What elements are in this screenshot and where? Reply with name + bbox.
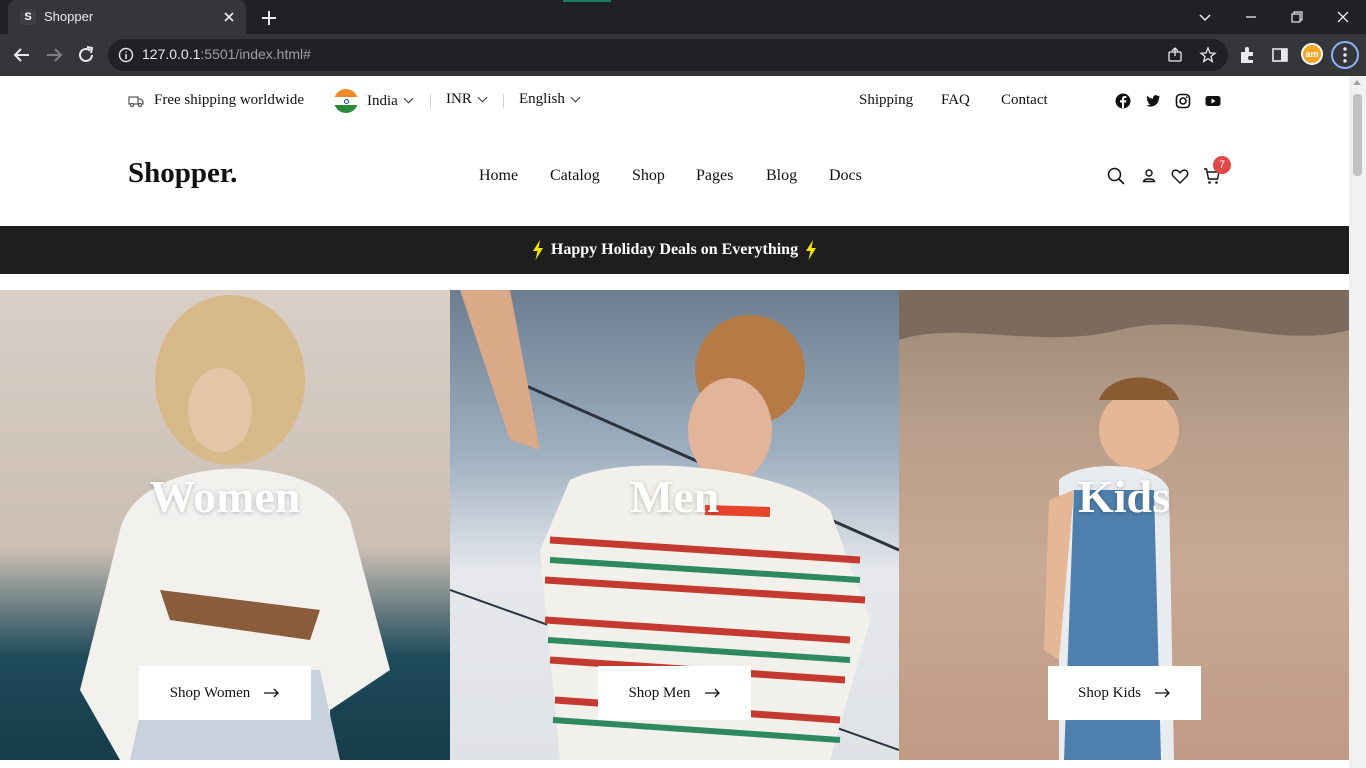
close-icon[interactable] [220,8,238,26]
forward-icon[interactable] [42,43,66,67]
user-icon[interactable] [1139,166,1159,186]
arrow-right-icon [704,688,720,698]
youtube-icon[interactable] [1205,93,1221,109]
chevron-down-icon [570,92,581,102]
url-path: :5501/index.html# [200,46,311,62]
reload-icon[interactable] [74,43,98,67]
nav-pages[interactable]: Pages [696,167,733,185]
nav-shop[interactable]: Shop [632,167,665,185]
heart-icon[interactable] [1170,166,1190,186]
language-label: English [519,91,565,107]
tabstrip-accent [563,0,611,2]
india-flag-icon [334,89,358,113]
shop-kids-button[interactable]: Shop Kids [1048,666,1201,720]
more-vert-icon [1343,47,1347,63]
country-selector[interactable]: India [334,89,414,113]
tab-favicon: S [20,9,36,25]
minimize-icon[interactable] [1240,6,1262,28]
browser-tab[interactable]: S Shopper [8,0,246,34]
chevron-down-icon [403,93,414,104]
free-shipping-note: Free shipping worldwide [128,92,304,109]
profile-avatar[interactable]: am [1301,43,1323,65]
arrow-right-icon [264,688,280,698]
scrollbar-thumb[interactable] [1353,94,1362,176]
category-men[interactable]: Men Shop Men [450,290,899,760]
country-label: India [367,92,398,109]
lightning-icon [806,240,817,260]
tab-search-icon[interactable] [1194,6,1216,28]
back-icon[interactable] [10,43,34,67]
currency-label: INR [446,91,472,107]
language-selector[interactable]: English [519,91,581,108]
site-logo[interactable]: Shopper. [128,157,237,190]
top-link-faq[interactable]: FAQ [941,92,970,109]
currency-selector[interactable]: INR [446,91,488,108]
promo-text: Happy Holiday Deals on Everything [550,241,799,258]
site-info-icon[interactable] [118,47,134,63]
promo-banner[interactable]: Happy Holiday Deals on Everything [0,226,1349,274]
category-kids[interactable]: Kids Shop Kids [899,290,1349,760]
url-host: 127.0.0.1 [142,46,201,62]
category-women[interactable]: Women Shop Women [0,290,450,760]
top-info-bar: Free shipping worldwide India INR Englis… [0,76,1349,126]
lightning-icon [532,240,543,260]
category-title-kids: Kids [1077,471,1171,522]
nav-catalog[interactable]: Catalog [550,167,600,185]
page-bottom-edge [0,762,1349,768]
window-close-icon[interactable] [1332,6,1354,28]
browser-tabbar: S Shopper [0,0,1366,34]
page-scrollbar[interactable] [1349,76,1366,768]
search-icon[interactable] [1106,166,1126,186]
facebook-icon[interactable] [1115,93,1131,109]
extensions-icon[interactable] [1237,44,1259,66]
truck-icon [128,95,144,107]
category-title-women: Women [149,471,301,522]
share-icon[interactable] [1166,46,1184,64]
scroll-up-icon[interactable] [1353,80,1361,85]
page-viewport: Free shipping worldwide India INR Englis… [0,76,1349,768]
free-shipping-text: Free shipping worldwide [154,92,304,108]
url-text[interactable]: 127.0.0.1:5501/index.html# [142,46,311,62]
category-title-men: Men [629,471,720,522]
shop-men-button[interactable]: Shop Men [598,666,751,720]
twitter-icon[interactable] [1145,93,1161,109]
shop-kids-label: Shop Kids [1078,684,1141,701]
chevron-down-icon [477,92,488,102]
top-link-contact[interactable]: Contact [1001,92,1048,109]
divider [503,94,504,108]
shop-men-label: Shop Men [628,684,691,701]
arrow-right-icon [1154,688,1170,698]
new-tab-icon[interactable] [258,7,280,29]
restore-icon[interactable] [1286,6,1308,28]
side-panel-icon[interactable] [1269,44,1291,66]
nav-blog[interactable]: Blog [766,167,797,185]
nav-docs[interactable]: Docs [829,167,862,185]
address-bar[interactable]: 127.0.0.1:5501/index.html# [108,39,1228,71]
shop-women-button[interactable]: Shop Women [139,666,311,720]
browser-toolbar: 127.0.0.1:5501/index.html# am [0,34,1366,76]
bookmark-star-icon[interactable] [1199,46,1217,64]
divider [430,94,431,108]
browser-menu-button[interactable] [1331,41,1359,69]
instagram-icon[interactable] [1175,93,1191,109]
tab-title: Shopper [44,9,94,24]
nav-home[interactable]: Home [479,167,518,185]
shop-women-label: Shop Women [169,684,251,701]
top-link-shipping[interactable]: Shipping [859,92,913,109]
cart-count-badge: 7 [1213,156,1231,174]
